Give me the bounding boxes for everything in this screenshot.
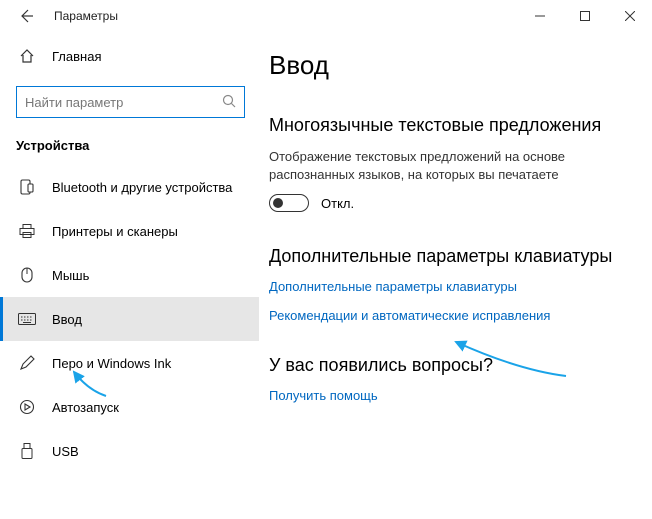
search-placeholder: Найти параметр — [25, 95, 123, 110]
link-autocorrect[interactable]: Рекомендации и автоматические исправлени… — [269, 308, 640, 323]
mouse-icon — [18, 267, 36, 283]
section-multilingual-heading: Многоязычные текстовые предложения — [269, 115, 640, 136]
sidebar-item-usb[interactable]: USB — [0, 429, 259, 473]
home-icon — [18, 48, 36, 64]
sidebar-item-label: Мышь — [52, 268, 89, 283]
search-icon — [222, 94, 236, 111]
sidebar-item-label: Ввод — [52, 312, 82, 327]
minimize-button[interactable] — [517, 1, 562, 31]
sidebar-item-autoplay[interactable]: Автозапуск — [0, 385, 259, 429]
sidebar-item-label: Bluetooth и другие устройства — [52, 180, 232, 195]
keyboard-icon — [18, 313, 36, 325]
window-title: Параметры — [54, 9, 118, 23]
sidebar-item-typing[interactable]: Ввод — [0, 297, 259, 341]
search-input[interactable]: Найти параметр — [16, 86, 245, 118]
section-multilingual-body: Отображение текстовых предложений на осн… — [269, 148, 640, 184]
sidebar-item-pen[interactable]: Перо и Windows Ink — [0, 341, 259, 385]
sidebar-item-label: Автозапуск — [52, 400, 119, 415]
section-adv-keyboard-heading: Дополнительные параметры клавиатуры — [269, 246, 640, 267]
sidebar-item-mouse[interactable]: Мышь — [0, 253, 259, 297]
sidebar-home[interactable]: Главная — [0, 38, 259, 74]
sidebar-section-heading: Устройства — [0, 132, 259, 165]
usb-icon — [18, 443, 36, 459]
sidebar-item-label: USB — [52, 444, 79, 459]
sidebar-home-label: Главная — [52, 49, 101, 64]
page-title: Ввод — [269, 50, 640, 81]
main-content: Ввод Многоязычные текстовые предложения … — [259, 32, 652, 519]
sidebar-item-printers[interactable]: Принтеры и сканеры — [0, 209, 259, 253]
multilingual-toggle[interactable] — [269, 194, 309, 212]
pen-icon — [18, 355, 36, 371]
sidebar: Главная Найти параметр Устройства Blueto… — [0, 32, 259, 519]
maximize-button[interactable] — [562, 1, 607, 31]
link-get-help[interactable]: Получить помощь — [269, 388, 640, 403]
autoplay-icon — [18, 399, 36, 415]
link-advanced-keyboard[interactable]: Дополнительные параметры клавиатуры — [269, 279, 640, 294]
bluetooth-icon — [18, 179, 36, 195]
sidebar-item-label: Принтеры и сканеры — [52, 224, 178, 239]
toggle-state-label: Откл. — [321, 196, 354, 211]
close-button[interactable] — [607, 1, 652, 31]
sidebar-item-label: Перо и Windows Ink — [52, 356, 171, 371]
back-button[interactable] — [16, 6, 36, 26]
printer-icon — [18, 224, 36, 238]
section-help-heading: У вас появились вопросы? — [269, 355, 640, 376]
sidebar-item-bluetooth[interactable]: Bluetooth и другие устройства — [0, 165, 259, 209]
